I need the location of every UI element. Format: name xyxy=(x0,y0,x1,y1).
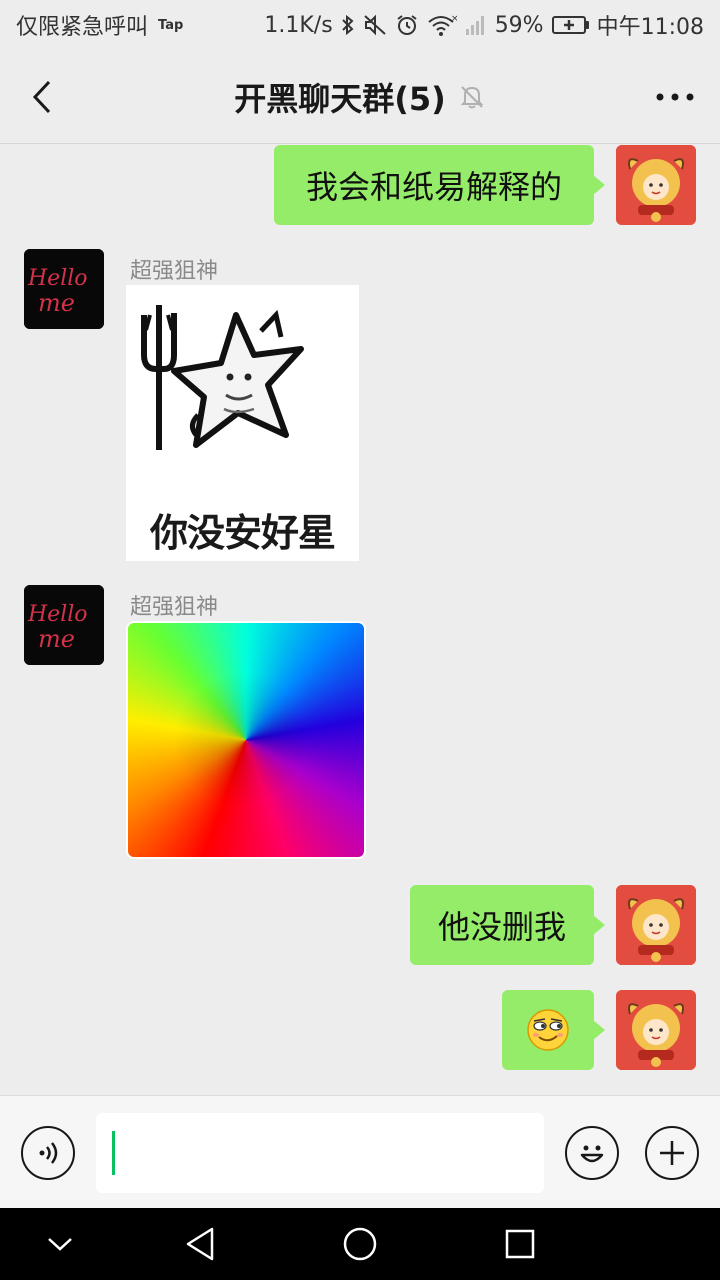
back-button[interactable] xyxy=(22,77,62,117)
message-bubble[interactable]: 他没删我 xyxy=(410,885,605,965)
signal-icon xyxy=(465,14,487,36)
sender-name: 超强狙神 xyxy=(130,595,219,620)
voice-button[interactable] xyxy=(21,1126,75,1180)
battery-percent: 59% xyxy=(494,12,544,38)
status-right: 1.1K/s × 59% 中午11:08 xyxy=(264,9,704,41)
text-caret xyxy=(112,1131,115,1175)
avatar-other[interactable]: Hello me xyxy=(24,585,104,665)
tap-badge: Tap xyxy=(158,17,184,33)
network-speed: 1.1K/s xyxy=(264,12,333,38)
avatar-other[interactable]: Hello me xyxy=(24,249,104,329)
swirl-overlay xyxy=(128,623,364,857)
emoji-icon xyxy=(580,1145,604,1163)
rainbow-swirl-image[interactable] xyxy=(126,621,366,859)
alarm-icon xyxy=(395,13,419,37)
star-trident-icon xyxy=(126,285,359,515)
nav-home-button[interactable] xyxy=(340,1224,380,1264)
message-input[interactable] xyxy=(96,1113,544,1193)
system-nav-bar xyxy=(0,1208,720,1280)
avatar-me[interactable] xyxy=(616,990,696,1070)
clock: 中午11:08 xyxy=(596,15,704,40)
svg-text:×: × xyxy=(451,14,457,24)
sticker-image[interactable]: 你没安好星 xyxy=(126,285,359,561)
nav-down-button[interactable] xyxy=(40,1224,80,1264)
message-bubble[interactable] xyxy=(502,990,605,1070)
nav-recents-button[interactable] xyxy=(500,1224,540,1264)
chat-header: 开黑聊天群(5) xyxy=(0,50,720,144)
message-bubble[interactable]: 我会和纸易解释的 xyxy=(274,145,605,225)
status-left: 仅限紧急呼叫 Tap xyxy=(16,9,183,41)
more-icon xyxy=(656,93,694,101)
avatar-me[interactable] xyxy=(616,145,696,225)
avatar-me-text: me xyxy=(38,625,75,653)
battery-icon xyxy=(551,16,589,34)
nav-home-icon xyxy=(343,1227,377,1261)
nav-down-icon xyxy=(48,1238,72,1251)
back-icon xyxy=(32,80,51,114)
avatar-me[interactable] xyxy=(616,885,696,965)
bluetooth-icon xyxy=(341,14,355,36)
message-text: 我会和纸易解释的 xyxy=(305,168,562,206)
input-bar xyxy=(0,1095,720,1208)
avatar-me-text: me xyxy=(38,289,75,317)
nav-back-button[interactable] xyxy=(180,1224,220,1264)
message-list[interactable]: 我会和纸易解释的 Hello me 超强狙神 你没安好星 Hello me 超强… xyxy=(0,145,720,1095)
carrier-text: 仅限紧急呼叫 xyxy=(16,15,149,40)
mute-icon xyxy=(363,14,387,36)
avatar-hello-text: Hello xyxy=(27,602,88,627)
plus-icon xyxy=(660,1141,684,1165)
chat-title: 开黑聊天群(5) xyxy=(234,79,446,118)
voice-icon xyxy=(39,1142,58,1164)
message-text: 他没删我 xyxy=(437,908,566,946)
smirk-emoji-icon xyxy=(527,1009,569,1051)
wifi-icon: × xyxy=(427,13,457,37)
emoji-button[interactable] xyxy=(565,1126,619,1180)
avatar-hello-text: Hello xyxy=(27,266,88,291)
nav-back-icon xyxy=(186,1227,214,1261)
nav-recents-icon xyxy=(505,1229,535,1259)
header-title-wrap: 开黑聊天群(5) xyxy=(234,74,486,120)
sticker-caption: 你没安好星 xyxy=(149,511,336,555)
more-button[interactable] xyxy=(652,77,698,117)
status-bar: 仅限紧急呼叫 Tap 1.1K/s × 59% 中午11:08 xyxy=(0,0,720,50)
sender-name: 超强狙神 xyxy=(130,259,219,284)
mute-bell-icon xyxy=(460,85,484,108)
plus-button[interactable] xyxy=(645,1126,699,1180)
